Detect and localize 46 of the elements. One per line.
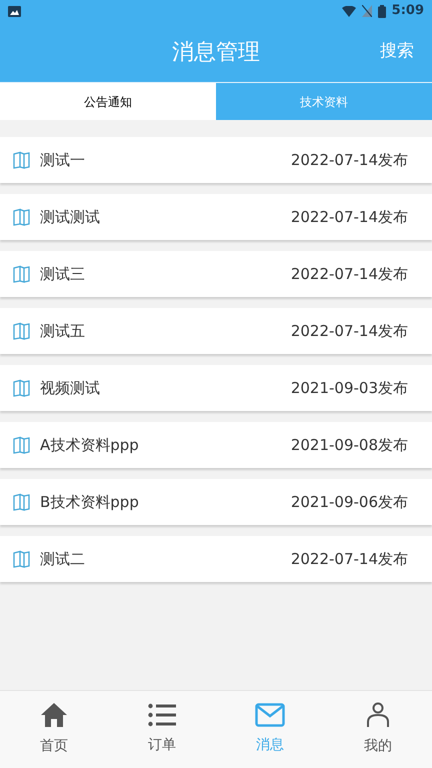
item-title: 测试二 — [40, 548, 86, 570]
no-sim-icon — [362, 5, 372, 17]
battery-icon — [378, 4, 386, 18]
book-icon — [13, 493, 31, 511]
list-item[interactable]: 测试五 2022-07-14发布 — [0, 308, 432, 354]
status-time: 5:09 — [392, 2, 424, 20]
book-icon — [13, 379, 31, 397]
item-title: 测试测试 — [40, 206, 101, 228]
list-item[interactable]: B技术资料ppp 2021-09-06发布 — [0, 479, 432, 525]
list-item[interactable]: 测试一 2022-07-14发布 — [0, 137, 432, 183]
nav-item[interactable]: 首页 — [0, 691, 108, 768]
mail-icon — [255, 703, 285, 727]
image-icon — [8, 6, 21, 16]
item-date: 2022-07-14发布 — [290, 206, 408, 228]
item-title: 视频测试 — [40, 378, 101, 399]
item-title: 测试三 — [40, 264, 86, 285]
list-item[interactable]: 测试测试 2022-07-14发布 — [0, 194, 432, 240]
person-icon — [366, 702, 390, 728]
item-title: A技术资料ppp — [40, 434, 140, 456]
item-date: 2022-07-14发布 — [290, 320, 408, 342]
list-item[interactable]: 视频测试 2021-09-03发布 — [0, 365, 432, 411]
list-item[interactable]: 测试二 2022-07-14发布 — [0, 536, 432, 582]
list-item[interactable]: 测试三 2022-07-14发布 — [0, 251, 432, 297]
tab[interactable]: 公告通知 — [0, 83, 216, 120]
item-date: 2021-09-03发布 — [290, 378, 408, 399]
item-title: 测试五 — [40, 320, 86, 342]
item-date: 2021-09-08发布 — [290, 434, 408, 456]
list-item[interactable]: A技术资料ppp 2021-09-08发布 — [0, 422, 432, 468]
item-title: 测试一 — [40, 150, 86, 171]
page-title: 消息管理 — [172, 38, 260, 66]
list-icon — [148, 703, 176, 727]
nav-item[interactable]: 订单 — [108, 691, 216, 768]
book-icon — [13, 151, 31, 169]
nav-item[interactable]: 我的 — [324, 691, 432, 768]
home-icon — [40, 702, 68, 728]
book-icon — [13, 208, 31, 226]
book-icon — [13, 436, 31, 454]
book-icon — [13, 265, 31, 283]
item-date: 2022-07-14发布 — [290, 548, 408, 570]
book-icon — [13, 550, 31, 568]
item-date: 2022-07-14发布 — [290, 150, 408, 171]
wifi-icon — [342, 6, 356, 16]
item-date: 2022-07-14发布 — [290, 264, 408, 285]
book-icon — [13, 322, 31, 340]
item-date: 2021-09-06发布 — [290, 492, 408, 513]
item-title: B技术资料ppp — [40, 492, 140, 513]
